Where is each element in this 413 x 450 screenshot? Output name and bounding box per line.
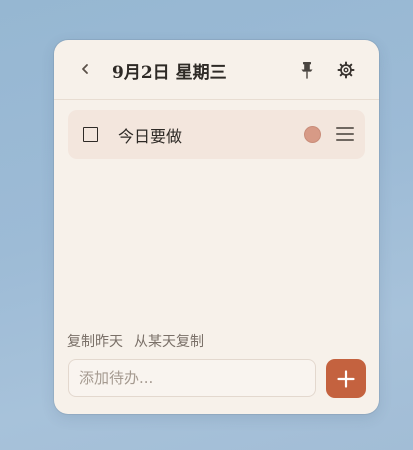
copy-yesterday-link[interactable]: 复制昨天 bbox=[67, 334, 123, 350]
todo-color-dot[interactable] bbox=[304, 126, 321, 143]
plus-icon bbox=[337, 369, 355, 388]
drag-handle-icon[interactable] bbox=[336, 127, 354, 141]
todo-panel: 9月2日 星期三 今日要做 复制昨天 从某天复制 添加待办... bbox=[54, 40, 379, 414]
gear-icon bbox=[337, 61, 355, 79]
todo-item[interactable]: 今日要做 bbox=[68, 110, 365, 159]
date-title: 9月2日 星期三 bbox=[112, 63, 227, 83]
add-todo-input[interactable] bbox=[68, 359, 316, 397]
copy-from-day-link[interactable]: 从某天复制 bbox=[134, 334, 204, 350]
add-todo-button[interactable] bbox=[326, 359, 366, 398]
todo-label: 今日要做 bbox=[118, 127, 183, 146]
chevron-left-icon bbox=[82, 64, 88, 74]
pushpin-icon bbox=[301, 62, 313, 79]
pin-button[interactable] bbox=[296, 59, 318, 81]
settings-button[interactable] bbox=[335, 59, 357, 81]
quick-actions: 复制昨天 从某天复制 bbox=[67, 331, 204, 351]
todo-checkbox[interactable] bbox=[83, 127, 98, 142]
back-button[interactable] bbox=[74, 58, 96, 80]
panel-header: 9月2日 星期三 bbox=[54, 40, 379, 100]
